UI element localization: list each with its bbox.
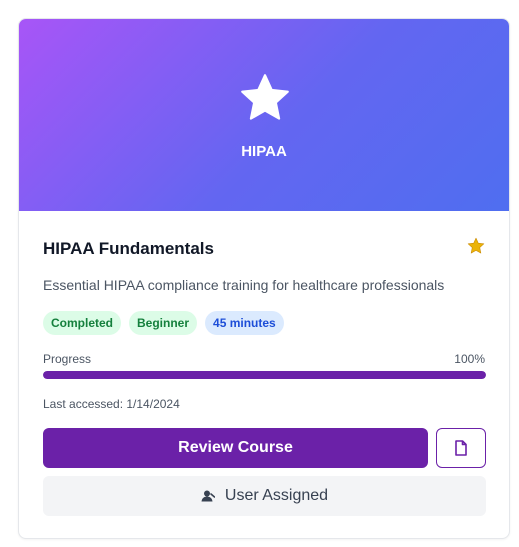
user-icon — [201, 490, 215, 502]
star-icon — [241, 74, 289, 120]
status-badge: Completed — [43, 311, 122, 335]
progress-bar-fill — [43, 371, 486, 379]
favorite-star-icon[interactable] — [467, 237, 485, 255]
level-badge: Beginner — [129, 311, 198, 335]
review-course-button[interactable]: Review Course — [43, 428, 428, 468]
duration-badge: 45 minutes — [205, 311, 284, 335]
course-description: Essential HIPAA compliance training for … — [43, 277, 445, 293]
document-icon — [455, 440, 467, 456]
course-banner: HIPAA — [19, 19, 509, 211]
banner-label: HIPAA — [241, 143, 287, 160]
badge-group: Completed Beginner 45 minutes — [43, 311, 284, 335]
last-accessed: Last accessed: 1/14/2024 — [43, 397, 180, 411]
assigned-label: User Assigned — [224, 487, 329, 504]
course-card: HIPAA HIPAA Fundamentals Essential HIPAA… — [18, 18, 510, 539]
progress-label: Progress — [43, 352, 92, 366]
progress-bar — [43, 371, 486, 379]
progress-value: 100% — [454, 352, 485, 366]
user-assigned-status: User Assigned — [43, 476, 486, 516]
course-title: HIPAA Fundamentals — [43, 239, 214, 258]
document-button[interactable] — [436, 428, 486, 468]
